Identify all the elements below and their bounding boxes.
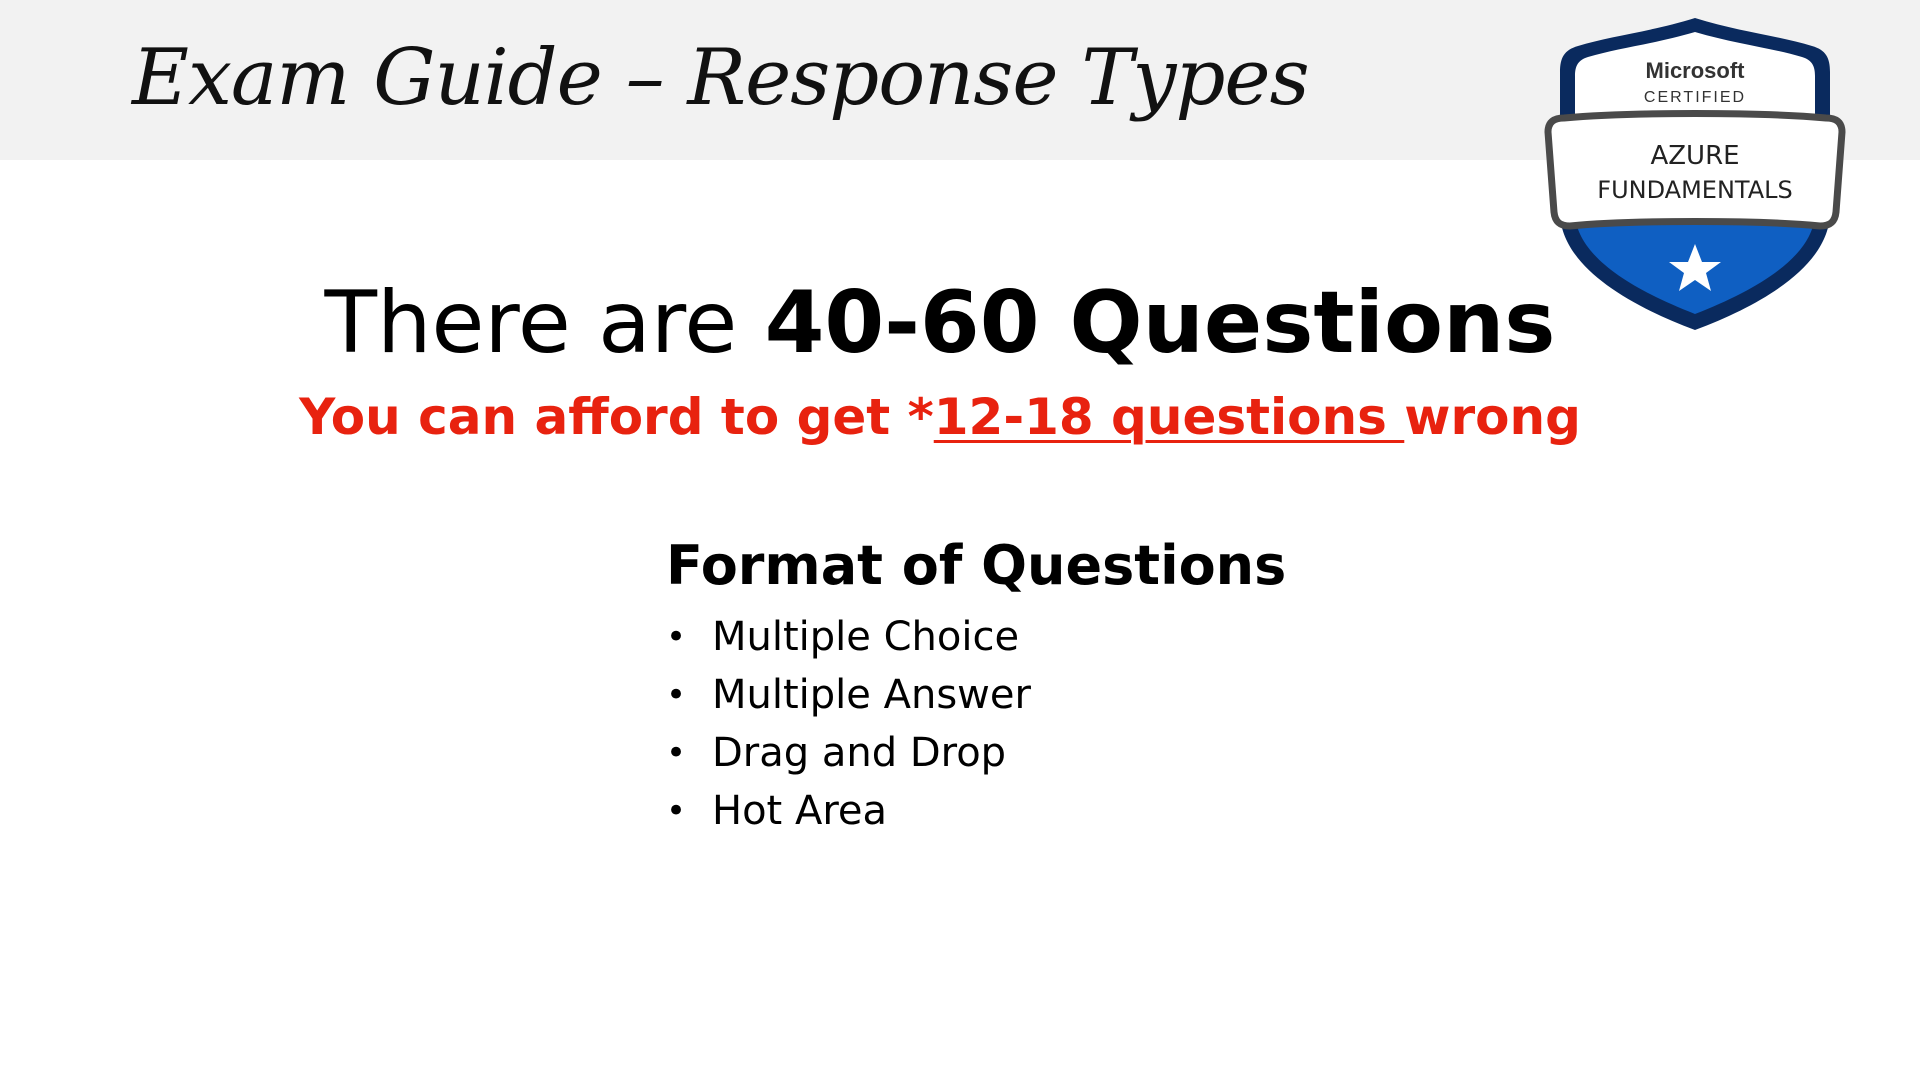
bullet-icon: • xyxy=(666,733,687,773)
headline-question-count: 40-60 Questions xyxy=(764,273,1556,373)
format-heading: Format of Questions xyxy=(666,534,1287,597)
slide-title: Exam Guide – Response Types xyxy=(132,33,1310,123)
slide: Exam Guide – Response Types Microsoft CE… xyxy=(0,0,1920,1080)
list-item: • Multiple Answer xyxy=(666,666,1366,724)
subheadline-lead: You can afford to get * xyxy=(299,388,934,446)
subheadline: You can afford to get *12-18 questions w… xyxy=(0,382,1880,452)
list-item-label: Drag and Drop xyxy=(712,730,1007,776)
headline: There are 40-60 Questions xyxy=(0,268,1880,378)
subheadline-wrong-count: 12-18 questions xyxy=(933,388,1405,446)
badge-certified: CERTIFIED xyxy=(1644,89,1746,106)
list-item: • Hot Area xyxy=(666,782,1366,840)
badge-line2: FUNDAMENTALS xyxy=(1597,176,1792,204)
list-item: • Multiple Choice xyxy=(666,608,1366,666)
bullet-icon: • xyxy=(666,617,687,657)
bullet-icon: • xyxy=(666,791,687,831)
badge-brand: Microsoft xyxy=(1646,58,1746,83)
list-item-label: Hot Area xyxy=(712,788,887,834)
list-item-label: Multiple Answer xyxy=(712,672,1031,718)
format-list: • Multiple Choice • Multiple Answer • Drag … xyxy=(666,608,1366,840)
subheadline-tail: wrong xyxy=(1404,388,1581,446)
format-section: Format of Questions • Multiple Choice • Mu… xyxy=(666,530,1366,840)
bullet-icon: • xyxy=(666,675,687,715)
list-item: • Drag and Drop xyxy=(666,724,1366,782)
headline-lead: There are xyxy=(324,273,765,373)
badge-line1: AZURE xyxy=(1650,141,1739,171)
list-item-label: Multiple Choice xyxy=(712,614,1020,660)
